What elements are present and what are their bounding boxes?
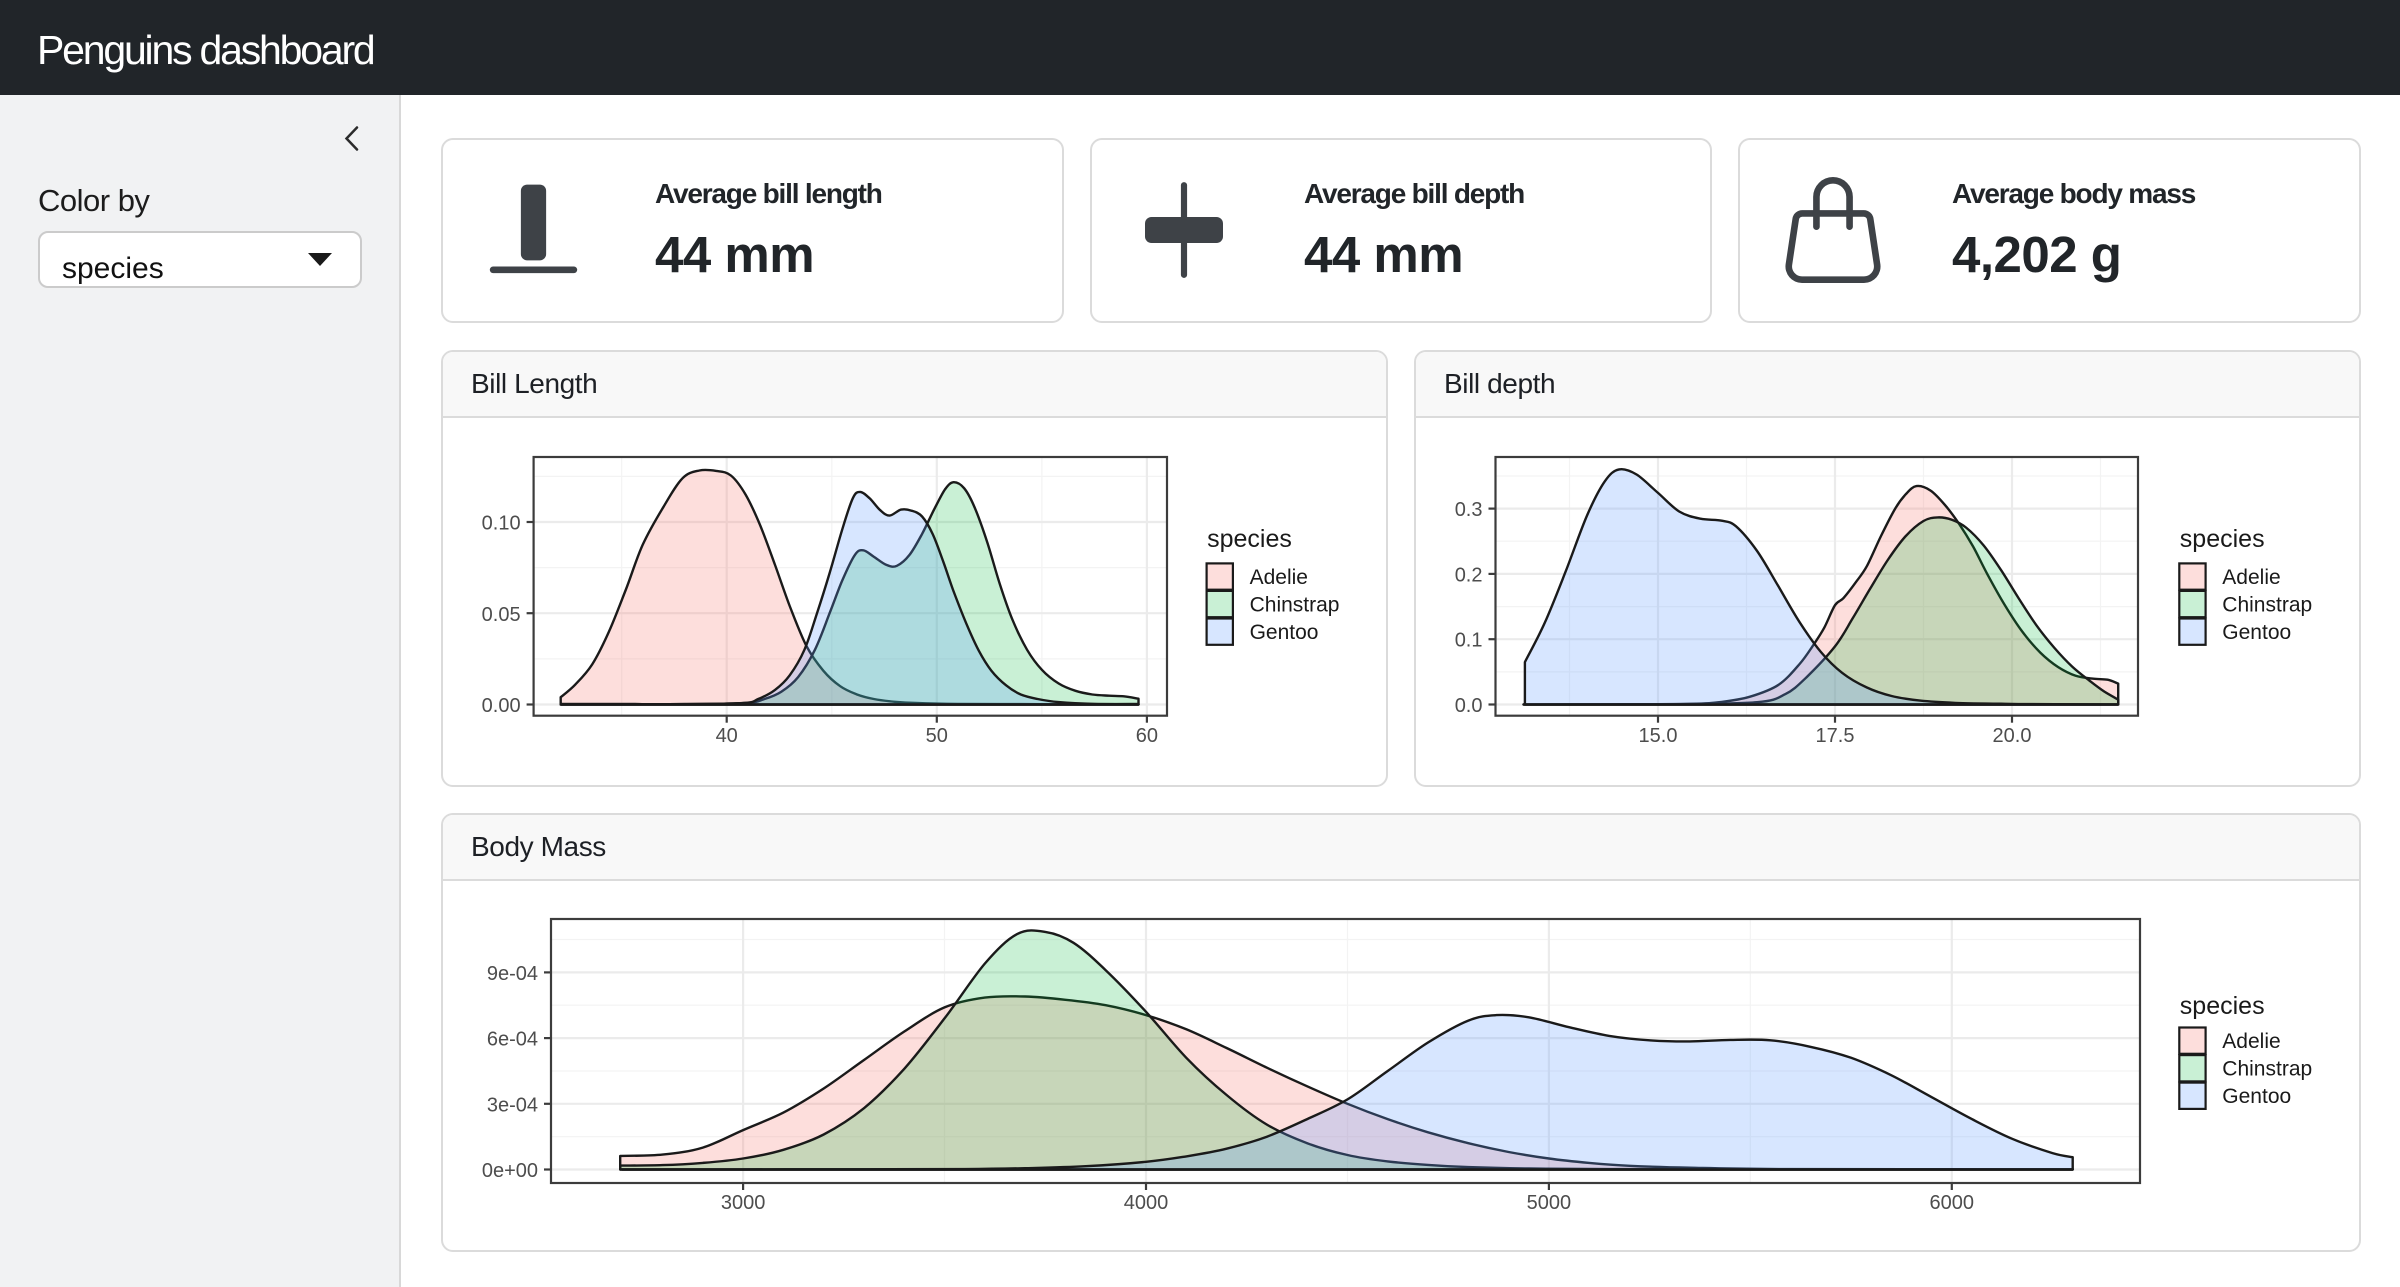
svg-text:Chinstrap: Chinstrap	[2222, 594, 2312, 617]
svg-text:species: species	[2180, 992, 2265, 1020]
svg-text:5000: 5000	[1527, 1192, 1572, 1214]
svg-text:6000: 6000	[1930, 1192, 1975, 1214]
svg-text:0.1: 0.1	[1455, 630, 1483, 652]
svg-text:Adelie: Adelie	[2222, 566, 2280, 589]
svg-text:9e-04: 9e-04	[487, 963, 538, 985]
svg-text:Gentoo: Gentoo	[1250, 621, 1319, 644]
svg-text:species: species	[2180, 525, 2265, 553]
svg-text:Chinstrap: Chinstrap	[1250, 594, 1340, 617]
svg-text:Gentoo: Gentoo	[2222, 621, 2291, 644]
svg-text:40: 40	[716, 725, 738, 747]
svg-text:0.10: 0.10	[482, 513, 521, 535]
svg-text:0e+00: 0e+00	[482, 1160, 538, 1182]
svg-text:Adelie: Adelie	[1250, 566, 1308, 589]
svg-text:species: species	[1207, 525, 1292, 553]
svg-text:17.5: 17.5	[1816, 725, 1855, 747]
svg-text:3000: 3000	[721, 1192, 766, 1214]
svg-text:Chinstrap: Chinstrap	[2222, 1058, 2312, 1081]
svg-text:50: 50	[926, 725, 948, 747]
svg-text:60: 60	[1136, 725, 1158, 747]
svg-text:4000: 4000	[1124, 1192, 1169, 1214]
svg-text:Gentoo: Gentoo	[2222, 1085, 2291, 1108]
svg-text:0.3: 0.3	[1455, 499, 1483, 521]
svg-text:0.0: 0.0	[1455, 695, 1483, 717]
svg-text:Adelie: Adelie	[2222, 1030, 2280, 1053]
svg-text:0.2: 0.2	[1455, 564, 1483, 586]
svg-text:0.00: 0.00	[482, 695, 521, 717]
svg-text:0.05: 0.05	[482, 604, 521, 626]
svg-text:6e-04: 6e-04	[487, 1029, 538, 1051]
svg-text:20.0: 20.0	[1993, 725, 2032, 747]
svg-text:15.0: 15.0	[1639, 725, 1678, 747]
svg-text:3e-04: 3e-04	[487, 1094, 538, 1116]
